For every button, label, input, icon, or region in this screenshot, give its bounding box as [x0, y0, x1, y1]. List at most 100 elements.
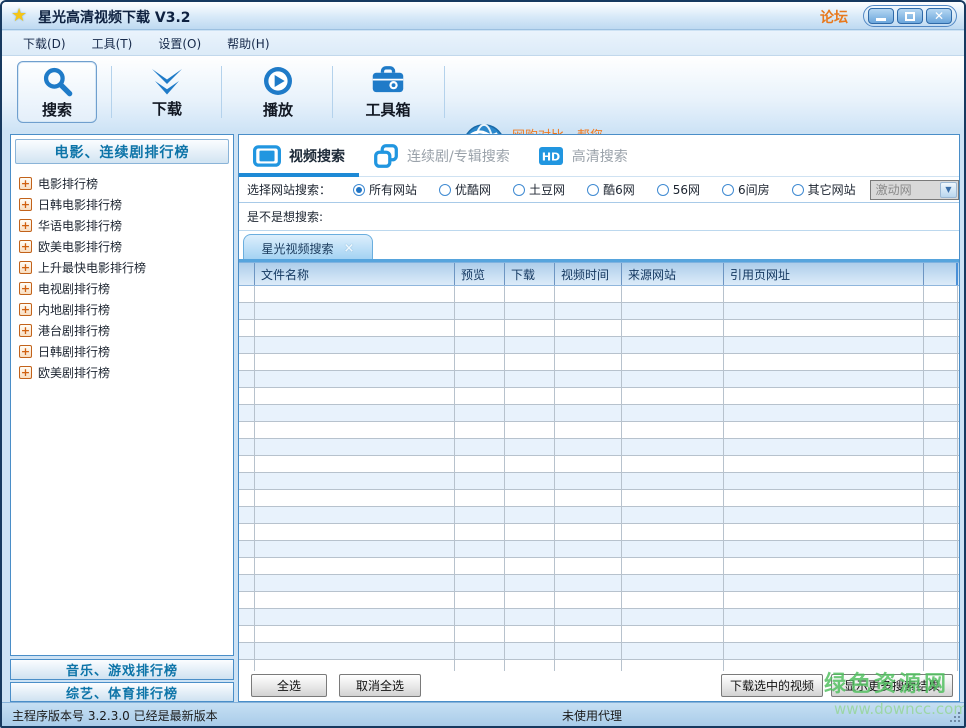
sidebar-item-western-movie-rank[interactable]: 欧美电影排行榜 [19, 236, 233, 257]
sidebar-item-jk-movie-rank[interactable]: 日韩电影排行榜 [19, 194, 233, 215]
table-row[interactable] [239, 405, 959, 422]
column-header[interactable]: 来源网站 [622, 263, 724, 285]
site-option-youku[interactable]: 优酷网 [439, 181, 491, 198]
expand-icon[interactable] [19, 282, 32, 295]
menu-tools[interactable]: 工具(T) [79, 31, 146, 56]
table-row[interactable] [239, 473, 959, 490]
close-button[interactable]: ✕ [926, 8, 952, 24]
table-row[interactable] [239, 626, 959, 643]
site-option-label: 其它网站 [808, 181, 856, 198]
close-tab-icon[interactable]: × [344, 241, 355, 256]
table-row[interactable] [239, 439, 959, 456]
expand-icon[interactable] [19, 240, 32, 253]
site-option-all[interactable]: 所有网站 [353, 181, 417, 198]
sidebar-item-tv-rank[interactable]: 电视剧排行榜 [19, 278, 233, 299]
table-row[interactable] [239, 388, 959, 405]
table-cell [505, 422, 555, 438]
expand-icon[interactable] [19, 219, 32, 232]
expand-icon[interactable] [19, 345, 32, 358]
table-cell [555, 626, 622, 642]
result-tab-starlight-search[interactable]: 星光视频搜索 × [243, 234, 373, 261]
table-body[interactable] [239, 286, 959, 672]
show-more-results-button[interactable]: 显示更多搜索结果 [831, 674, 953, 697]
app-window: ★ 星光高清视频下载 V3.2 论坛 ✕ 下载(D) 工具(T) 设置(O) 帮… [0, 0, 966, 728]
expand-icon[interactable] [19, 303, 32, 316]
sidebar-item-movie-rank[interactable]: 电影排行榜 [19, 173, 233, 194]
column-header[interactable]: 文件名称 [255, 263, 455, 285]
resize-grip-icon[interactable] [948, 710, 960, 722]
column-header-blank[interactable] [239, 263, 255, 285]
table-row[interactable] [239, 490, 959, 507]
sidebar-item-western-drama-rank[interactable]: 欧美剧排行榜 [19, 362, 233, 383]
site-filter-label: 选择网站搜索： [247, 181, 331, 198]
site-option-tudou[interactable]: 土豆网 [513, 181, 565, 198]
column-header[interactable]: 视频时间 [555, 263, 622, 285]
tab-video-search[interactable]: 视频搜索 [239, 135, 359, 176]
table-row[interactable] [239, 609, 959, 626]
column-header[interactable]: 下载 [505, 263, 555, 285]
expand-icon[interactable] [19, 198, 32, 211]
site-option-56[interactable]: 56网 [657, 181, 700, 198]
svg-text:HD: HD [542, 150, 560, 163]
sidebar-item-hktw-rank[interactable]: 港台剧排行榜 [19, 320, 233, 341]
toolbar-toolbox-button[interactable]: 工具箱 [345, 61, 431, 123]
table-row[interactable] [239, 422, 959, 439]
sidebar-item-cn-movie-rank[interactable]: 华语电影排行榜 [19, 215, 233, 236]
table-row[interactable] [239, 558, 959, 575]
toolbar-search-button[interactable]: 搜索 [17, 61, 97, 123]
table-cell [239, 592, 255, 608]
column-header[interactable]: 预览 [455, 263, 505, 285]
sidebar-item-jk-drama-rank[interactable]: 日韩剧排行榜 [19, 341, 233, 362]
maximize-button[interactable] [897, 8, 923, 24]
sidebar-header-movies[interactable]: 电影、连续剧排行榜 [15, 139, 229, 164]
table-row[interactable] [239, 524, 959, 541]
expand-icon[interactable] [19, 261, 32, 274]
chevron-down-icon: ▼ [940, 182, 957, 198]
site-option-6rooms[interactable]: 6间房 [722, 181, 770, 198]
sidebar-header-music-games[interactable]: 音乐、游戏排行榜 [10, 659, 234, 680]
download-selected-button[interactable]: 下载选中的视频 [721, 674, 823, 697]
sidebar-item-label: 欧美剧排行榜 [38, 364, 110, 381]
expand-icon[interactable] [19, 324, 32, 337]
table-row[interactable] [239, 354, 959, 371]
expand-icon[interactable] [19, 177, 32, 190]
site-option-ku6[interactable]: 酷6网 [587, 181, 635, 198]
table-cell [555, 303, 622, 319]
site-option-other[interactable]: 其它网站 [792, 181, 856, 198]
table-row[interactable] [239, 337, 959, 354]
table-cell [622, 371, 724, 387]
table-row[interactable] [239, 643, 959, 660]
sidebar-item-mainland-rank[interactable]: 内地剧排行榜 [19, 299, 233, 320]
toolbar-play-button[interactable]: 播放 [235, 61, 321, 123]
toolbar-download-button[interactable]: 下载 [124, 61, 210, 123]
table-cell [239, 422, 255, 438]
expand-icon[interactable] [19, 366, 32, 379]
tab-series-album-search[interactable]: 连续剧/专辑搜索 [359, 135, 524, 176]
other-site-select[interactable]: 激动网 ▼ [870, 180, 959, 200]
menu-settings[interactable]: 设置(O) [145, 31, 214, 56]
table-cell [724, 558, 924, 574]
deselect-all-button[interactable]: 取消全选 [339, 674, 421, 697]
table-row[interactable] [239, 575, 959, 592]
tab-hd-search[interactable]: HD 高清搜索 [524, 135, 642, 176]
sidebar-header-variety-sports[interactable]: 综艺、体育排行榜 [10, 682, 234, 702]
table-row[interactable] [239, 507, 959, 524]
table-cell [255, 558, 455, 574]
radio-icon [587, 184, 599, 196]
column-header-blank[interactable] [924, 263, 958, 285]
table-row[interactable] [239, 541, 959, 558]
table-row[interactable] [239, 592, 959, 609]
menu-help[interactable]: 帮助(H) [214, 31, 282, 56]
sidebar-item-rising-movie-rank[interactable]: 上升最快电影排行榜 [19, 257, 233, 278]
window-controls: ✕ [863, 5, 957, 27]
table-row[interactable] [239, 456, 959, 473]
table-row[interactable] [239, 303, 959, 320]
minimize-button[interactable] [868, 8, 894, 24]
table-row[interactable] [239, 371, 959, 388]
table-row[interactable] [239, 286, 959, 303]
menu-download[interactable]: 下载(D) [10, 31, 79, 56]
table-row[interactable] [239, 320, 959, 337]
column-header[interactable]: 引用页网址 [724, 263, 924, 285]
forum-link[interactable]: 论坛 [820, 7, 848, 27]
select-all-button[interactable]: 全选 [251, 674, 327, 697]
